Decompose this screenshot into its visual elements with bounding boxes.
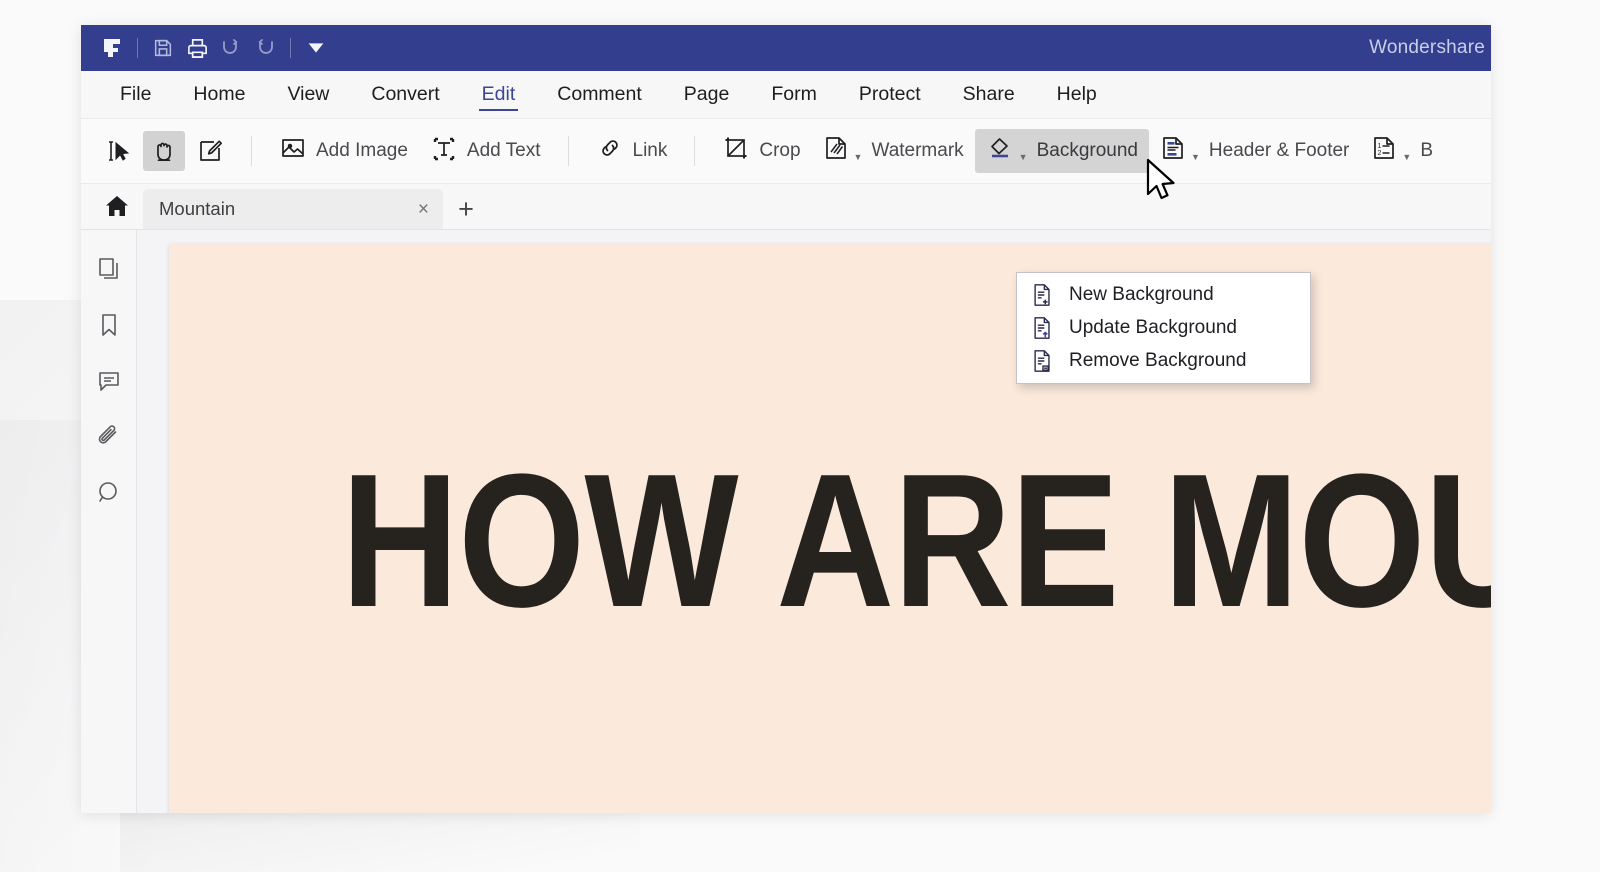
- menu-item-view[interactable]: View: [266, 71, 350, 118]
- titlebar-separator-2: [290, 38, 291, 58]
- menu-item-protect[interactable]: Protect: [838, 71, 942, 118]
- app-logo-icon[interactable]: [95, 33, 129, 63]
- text-box-icon: [430, 134, 458, 168]
- menu-item-remove-background[interactable]: Remove Background: [1017, 344, 1310, 377]
- background-dropdown-menu: New Background Update Background Remove …: [1016, 272, 1311, 384]
- link-label: Link: [632, 140, 668, 161]
- menu-item-help[interactable]: Help: [1036, 71, 1118, 118]
- menu-item-update-background[interactable]: Update Background: [1017, 311, 1310, 344]
- save-icon[interactable]: [146, 33, 180, 63]
- menu-item-comment[interactable]: Comment: [536, 71, 663, 118]
- background-button[interactable]: ▼ Background: [974, 129, 1149, 173]
- title-bar: Wondershare: [81, 25, 1491, 71]
- document-up-arrow-icon: [1031, 315, 1053, 341]
- search-icon[interactable]: [92, 476, 126, 510]
- add-image-button[interactable]: Add Image: [268, 129, 419, 173]
- bates-chevron-down-icon[interactable]: ▼: [1402, 152, 1411, 162]
- customize-toolbar-caret-icon[interactable]: [299, 33, 333, 63]
- document-tab-label: Mountain: [159, 198, 236, 219]
- application-window: Wondershare File Home View Convert Edit …: [81, 25, 1491, 813]
- print-icon[interactable]: [180, 33, 214, 63]
- remove-background-label: Remove Background: [1069, 349, 1247, 371]
- header-footer-chevron-down-icon[interactable]: ▼: [1191, 152, 1200, 162]
- menu-item-form[interactable]: Form: [750, 71, 838, 118]
- close-icon[interactable]: ×: [418, 200, 429, 219]
- crop-button[interactable]: Crop: [711, 129, 811, 173]
- svg-text:2: 2: [1378, 150, 1382, 157]
- home-icon[interactable]: [91, 183, 143, 229]
- menu-item-file[interactable]: File: [99, 71, 172, 118]
- background-chevron-down-icon[interactable]: ▼: [1019, 152, 1028, 162]
- screen: Wondershare File Home View Convert Edit …: [0, 0, 1600, 872]
- image-icon: [279, 134, 307, 168]
- ribbon-toolbar: Add Image Add Text Link Crop ▼ Watermark…: [81, 119, 1491, 384]
- page-headline-text: HOW ARE MOUN: [341, 435, 1491, 647]
- menu-item-page[interactable]: Page: [663, 71, 751, 118]
- new-tab-button[interactable]: +: [443, 189, 489, 229]
- new-background-label: New Background: [1069, 283, 1214, 305]
- menu-item-home[interactable]: Home: [172, 71, 266, 118]
- add-text-button[interactable]: Add Text: [419, 129, 552, 173]
- edit-tool[interactable]: [189, 131, 231, 171]
- document-plus-icon: [1031, 282, 1053, 308]
- link-icon: [596, 134, 624, 168]
- window-title: Wondershare: [1369, 37, 1485, 58]
- menu-item-new-background[interactable]: New Background: [1017, 278, 1310, 311]
- menu-item-convert[interactable]: Convert: [350, 71, 460, 118]
- titlebar-separator-1: [137, 38, 138, 58]
- ribbon-separator-2: [567, 136, 569, 166]
- left-sidebar: [81, 230, 137, 813]
- crop-label: Crop: [759, 140, 801, 161]
- header-footer-button[interactable]: ▼ Header & Footer: [1149, 129, 1360, 173]
- ribbon-separator-1: [251, 136, 252, 166]
- bates-numbering-icon: 1 2: [1371, 134, 1397, 168]
- watermark-button[interactable]: ▼ Watermark: [812, 129, 975, 173]
- svg-text:1: 1: [1378, 143, 1382, 150]
- comments-icon[interactable]: [92, 364, 126, 398]
- header-footer-label: Header & Footer: [1208, 140, 1350, 161]
- menu-bar: File Home View Convert Edit Comment Page…: [81, 71, 1491, 119]
- header-footer-icon: [1160, 134, 1186, 168]
- crop-icon: [722, 134, 750, 168]
- select-text-tool[interactable]: [97, 131, 139, 171]
- hand-tool[interactable]: [143, 131, 185, 171]
- page-thumbnails-icon[interactable]: [92, 252, 126, 286]
- watermark-icon: [823, 134, 849, 168]
- menu-item-edit[interactable]: Edit: [461, 71, 537, 118]
- bates-numbering-button[interactable]: 1 2 ▼ B: [1360, 129, 1444, 173]
- undo-icon[interactable]: [214, 33, 248, 63]
- document-tab-mountain[interactable]: Mountain ×: [143, 189, 443, 229]
- background-label: Background: [1036, 140, 1138, 161]
- tab-strip: Mountain × +: [81, 184, 1491, 230]
- watermark-chevron-down-icon[interactable]: ▼: [854, 152, 863, 162]
- redo-icon[interactable]: [248, 33, 282, 63]
- document-minus-icon: [1031, 348, 1053, 374]
- menu-item-share[interactable]: Share: [942, 71, 1036, 118]
- background-icon: [986, 134, 1014, 168]
- add-text-label: Add Text: [466, 140, 541, 161]
- bates-numbering-label: B: [1420, 140, 1433, 161]
- watermark-label: Watermark: [871, 140, 964, 161]
- add-image-label: Add Image: [316, 140, 408, 161]
- link-button[interactable]: Link: [585, 129, 679, 173]
- ribbon-separator-3: [694, 136, 696, 166]
- attachments-icon[interactable]: [92, 420, 126, 454]
- bookmark-icon[interactable]: [92, 308, 126, 342]
- update-background-label: Update Background: [1069, 316, 1237, 338]
